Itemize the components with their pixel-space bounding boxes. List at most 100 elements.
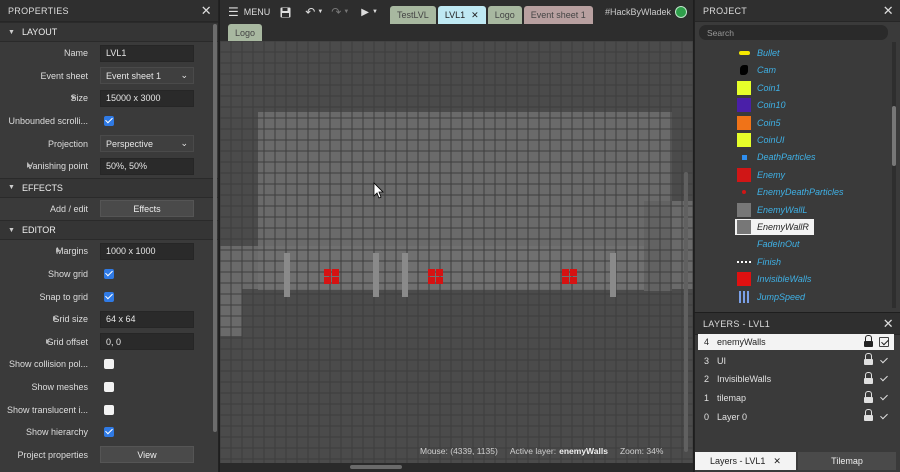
check-icon[interactable]: [879, 412, 889, 422]
close-icon[interactable]: ✕: [883, 317, 894, 330]
prop-label[interactable]: ▶ Grid size: [0, 314, 100, 324]
layer-number: 3: [704, 355, 710, 366]
layer-row-invisiblewalls[interactable]: 2 InvisibleWalls: [698, 371, 894, 387]
vanishing-field[interactable]: 50%, 50%: [100, 157, 194, 175]
project-item-label: Cam: [757, 65, 777, 76]
tab-testlvl[interactable]: TestLVL: [389, 6, 436, 24]
projection-select[interactable]: Perspective ⌄: [100, 135, 194, 153]
collision-checkbox[interactable]: [104, 359, 114, 370]
tab-event-sheet-1[interactable]: Event sheet 1: [523, 6, 593, 24]
scrollbar-thumb[interactable]: [892, 106, 896, 166]
project-item-fadeinout[interactable]: FadeInOut: [737, 236, 800, 252]
section-editor[interactable]: ▼ EDITOR: [0, 220, 218, 241]
showgrid-checkbox[interactable]: [104, 269, 114, 280]
eventsheet-select[interactable]: Event sheet 1 ⌄: [100, 67, 194, 85]
expand-icon[interactable]: ▶: [72, 94, 77, 101]
section-layout[interactable]: ▼ LAYOUT: [0, 22, 218, 42]
tab-logo-second[interactable]: Logo: [228, 24, 263, 41]
snapgrid-checkbox[interactable]: [104, 291, 114, 302]
play-button[interactable]: ▶ ▼: [361, 7, 378, 18]
tab-layers[interactable]: Layers - LVL1 ✕: [695, 452, 796, 470]
name-field[interactable]: LVL1: [100, 44, 194, 62]
project-item-coin5[interactable]: Coin5: [737, 115, 781, 131]
prop-label[interactable]: ▶ Margins: [0, 246, 100, 256]
check-icon[interactable]: [879, 337, 889, 347]
meshes-checkbox[interactable]: [104, 382, 114, 393]
translucent-checkbox[interactable]: [104, 404, 114, 415]
gridsize-field[interactable]: 64 x 64: [100, 310, 194, 328]
project-item-bullet[interactable]: Bullet: [737, 45, 780, 61]
enemy-wall-2: [373, 253, 379, 297]
prop-label[interactable]: ▶ Size: [0, 93, 100, 103]
project-item-enemy[interactable]: Enemy: [737, 167, 785, 183]
project-title: PROJECT: [703, 5, 748, 16]
check-icon[interactable]: [879, 356, 889, 366]
project-item-coin10[interactable]: Coin10: [737, 97, 786, 113]
project-item-enemywallr[interactable]: EnemyWallR: [735, 219, 814, 235]
save-button[interactable]: [280, 7, 291, 18]
redo-button[interactable]: ↷ ▼: [331, 5, 349, 19]
online-status-icon[interactable]: [675, 6, 687, 18]
gridoffset-field[interactable]: 0, 0: [100, 333, 194, 351]
layout-canvas[interactable]: Mouse: (4339, 1135) Active layer: enemyW…: [220, 41, 693, 467]
effects-button[interactable]: Effects: [100, 200, 194, 218]
close-icon[interactable]: ✕: [773, 456, 781, 467]
layout-view[interactable]: [220, 41, 693, 467]
menu-label: MENU: [243, 7, 271, 17]
tab-logo[interactable]: Logo: [487, 6, 522, 24]
project-item-enemydeathparticles[interactable]: EnemyDeathParticles: [737, 184, 844, 200]
check-icon[interactable]: [879, 393, 889, 403]
unbounded-checkbox[interactable]: [104, 116, 114, 127]
project-item-coin1[interactable]: Coin1: [737, 80, 781, 96]
lock-icon[interactable]: [864, 390, 873, 403]
properties-scrollbar[interactable]: [213, 24, 217, 432]
project-item-label: EnemyWallL: [757, 204, 808, 215]
close-icon[interactable]: ✕: [201, 4, 212, 17]
undo-button[interactable]: ↶ ▼: [305, 5, 323, 19]
prop-label[interactable]: ▶ Vanishing point: [0, 161, 100, 171]
project-item-label: FadeInOut: [757, 239, 800, 250]
view-button[interactable]: View: [100, 446, 194, 464]
layer-row-layer-0[interactable]: 0 Layer 0: [698, 409, 894, 425]
hierarchy-checkbox[interactable]: [104, 427, 114, 438]
chevron-down-icon: ▼: [343, 9, 350, 15]
prop-row-showgrid: Show grid: [0, 263, 218, 286]
expand-icon[interactable]: ▶: [56, 247, 61, 254]
tab-lvl1[interactable]: LVL1 ✕: [437, 6, 486, 24]
project-item-invisiblewalls[interactable]: InvisibleWalls: [737, 271, 811, 287]
size-field[interactable]: 15000 x 3000: [100, 89, 194, 107]
project-item-jumpspeed[interactable]: JumpSpeed: [737, 289, 805, 305]
lock-icon[interactable]: [864, 371, 873, 384]
menu-button[interactable]: ☰ MENU: [228, 5, 270, 19]
layer-row-enemywalls[interactable]: 4 enemyWalls: [698, 334, 894, 350]
project-item-deathparticles[interactable]: DeathParticles: [737, 149, 816, 165]
expand-icon[interactable]: ▶: [46, 338, 51, 345]
prop-label[interactable]: ▶ Grid offset: [0, 337, 100, 347]
project-item-enemywalll[interactable]: EnemyWallL: [737, 202, 807, 218]
lock-icon[interactable]: [864, 334, 873, 347]
expand-icon[interactable]: ▶: [53, 315, 58, 322]
close-icon[interactable]: ✕: [883, 4, 894, 17]
expand-icon[interactable]: ▶: [27, 162, 32, 169]
layer-row-tilemap[interactable]: 1 tilemap: [698, 390, 894, 406]
section-effects[interactable]: ▼ EFFECTS: [0, 177, 218, 198]
layer-row-ui[interactable]: 3 UI: [698, 353, 894, 369]
project-item-coinui[interactable]: CoinUI: [737, 132, 785, 148]
lock-icon[interactable]: [864, 353, 873, 366]
lock-icon[interactable]: [864, 409, 873, 422]
project-search-input[interactable]: Search: [699, 25, 888, 40]
scrollbar-thumb[interactable]: [350, 465, 402, 469]
canvas-horizontal-scrollbar[interactable]: [220, 463, 693, 472]
project-scrollbar[interactable]: [892, 42, 896, 308]
canvas-vertical-scrollbar[interactable]: [684, 172, 688, 452]
tab-label: Logo: [494, 10, 515, 20]
check-icon[interactable]: [879, 374, 889, 384]
play-icon: ▶: [361, 6, 369, 18]
tab-tilemap[interactable]: Tilemap: [798, 452, 896, 470]
project-item-cam[interactable]: Cam: [737, 62, 776, 78]
prop-label: Show meshes: [31, 382, 88, 393]
main-toolbar: ☰ MENU ↶ ▼ ↷ ▼ ▶ ▼ TestLVL LVL1 ✕ Logo Event sh…: [220, 0, 693, 24]
margins-field[interactable]: 1000 x 1000: [100, 242, 194, 260]
close-icon[interactable]: ✕: [471, 10, 479, 21]
project-item-finish[interactable]: Finish: [737, 254, 781, 270]
